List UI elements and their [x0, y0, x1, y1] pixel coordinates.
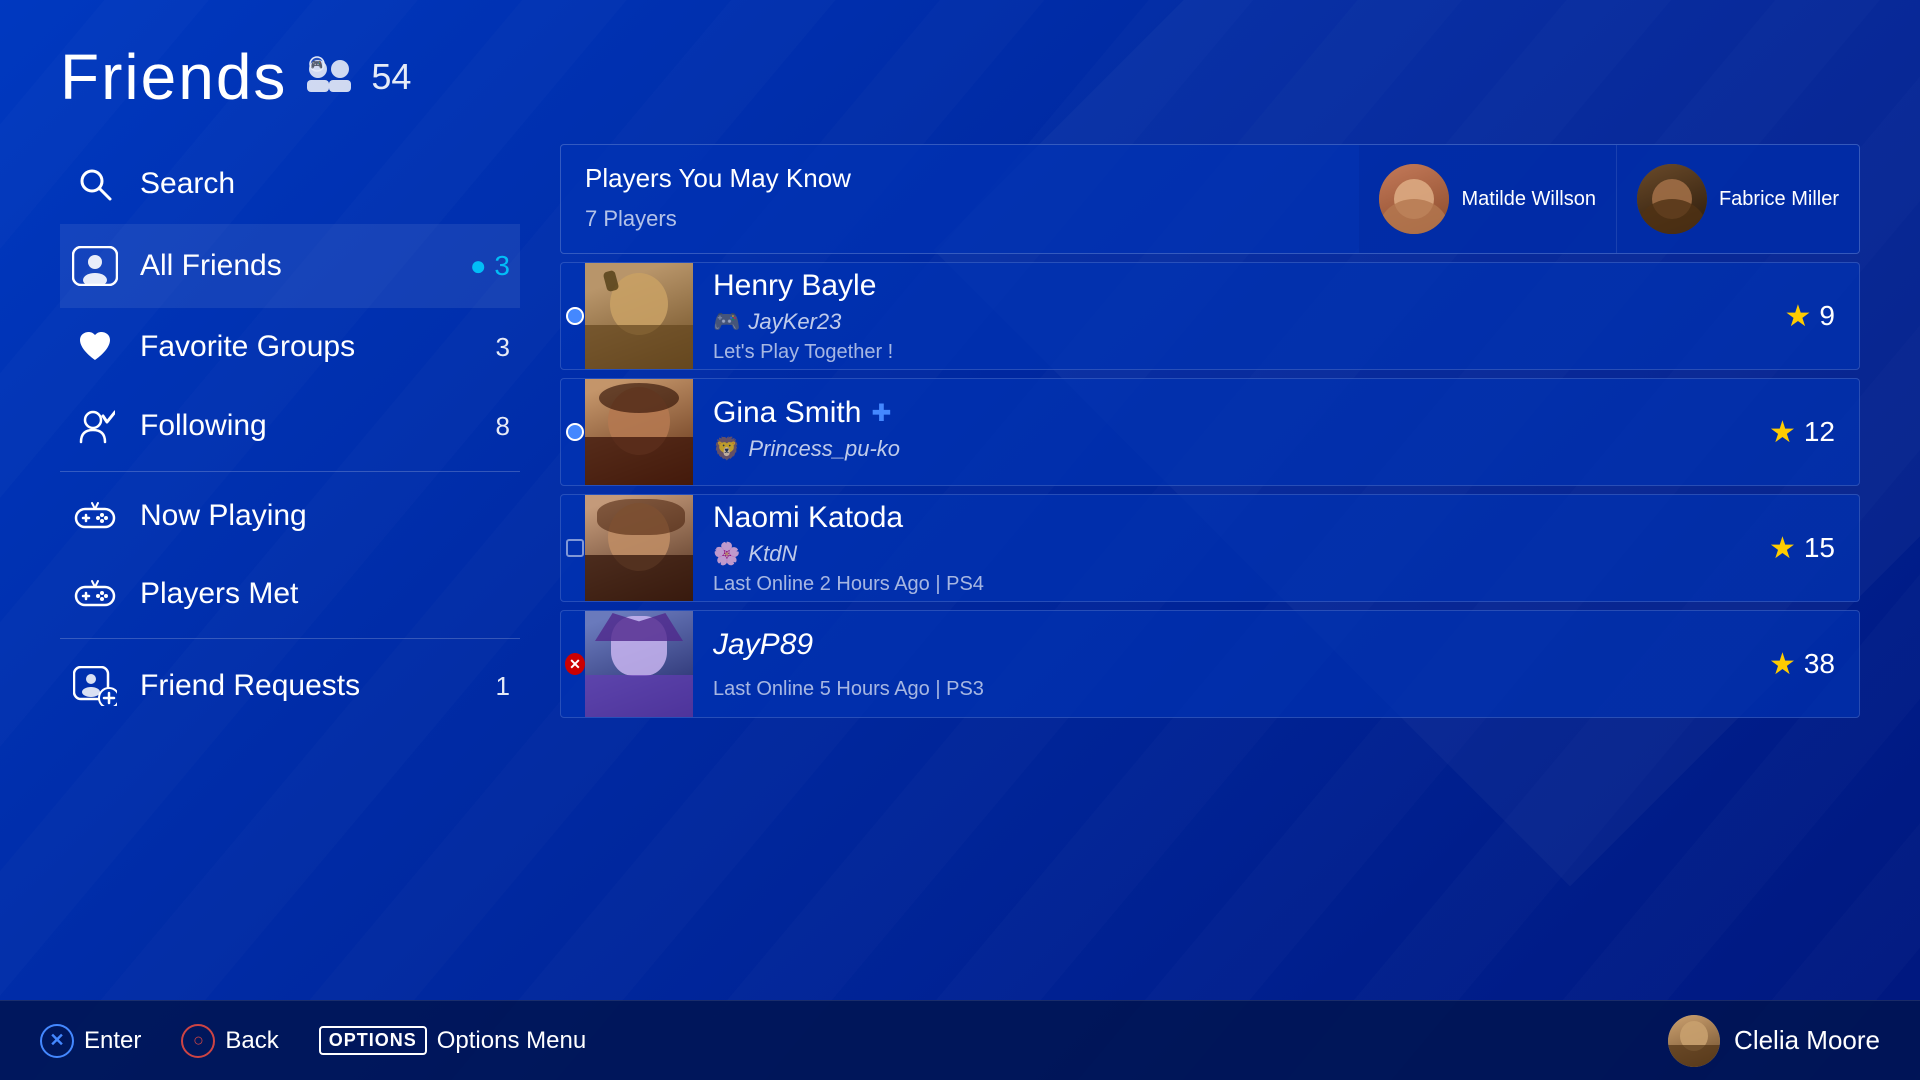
- ps-plus-icon: ✚: [871, 399, 891, 428]
- jayp-avatar: [585, 611, 693, 718]
- naomi-star-icon: ★: [1769, 531, 1796, 566]
- friend-card-jayp89[interactable]: ✕ JayP89 Last Online 5 Hours Ago | PS3: [560, 610, 1860, 718]
- may-know-title: Players You May Know: [585, 163, 1835, 194]
- heart-icon: [70, 330, 120, 364]
- friend-card-naomi-katoda[interactable]: Naomi Katoda 🌸 KtdN Last Online 2 Hours …: [560, 494, 1860, 602]
- naomi-avatar: [585, 495, 693, 602]
- sidebar-divider-1: [60, 471, 520, 472]
- friend-requests-icon: [70, 666, 120, 706]
- may-know-inner: Players You May Know 7 Players: [561, 145, 1859, 250]
- henry-avatar: [585, 263, 693, 370]
- back-label: Back: [225, 1027, 278, 1055]
- right-content: Matilde Willson Fabrice Miller: [560, 134, 1860, 1014]
- x-button-icon: ✕: [40, 1024, 74, 1058]
- naomi-status: Last Online 2 Hours Ago | PS4: [713, 573, 1749, 596]
- naomi-offline-indicator: [566, 539, 584, 557]
- sidebar-item-now-playing-label: Now Playing: [140, 499, 510, 533]
- main-layout: Search All Friends ● 3: [0, 134, 1920, 1014]
- friends-icon: 🎮: [307, 54, 351, 101]
- jayp-blocked-indicator: ✕: [565, 653, 585, 675]
- enter-label: Enter: [84, 1027, 141, 1055]
- o-button-icon: ○: [181, 1024, 215, 1058]
- sidebar-item-search[interactable]: Search: [60, 144, 520, 224]
- gina-avatar: [585, 379, 693, 486]
- sidebar-item-players-met-label: Players Met: [140, 577, 510, 611]
- options-button[interactable]: OPTIONS Options Menu: [319, 1026, 586, 1055]
- gamepad-icon-1: [70, 501, 120, 531]
- sidebar-item-following[interactable]: Following 8: [60, 386, 520, 466]
- friend-card-henry-bayle[interactable]: Henry Bayle 🎮 JayKer23 Let's Play Togeth…: [560, 262, 1860, 370]
- options-icon: OPTIONS: [319, 1026, 427, 1055]
- bottom-bar: ✕ Enter ○ Back OPTIONS Options Menu Clel…: [0, 1000, 1920, 1080]
- sidebar-divider-2: [60, 638, 520, 639]
- sidebar-item-favorite-groups-label: Favorite Groups: [140, 330, 476, 364]
- jayp-info: JayP89 Last Online 5 Hours Ago | PS3: [693, 611, 1769, 717]
- gina-star-count: 12: [1804, 416, 1835, 448]
- sidebar: Search All Friends ● 3: [60, 134, 520, 1014]
- sidebar-item-all-friends-badge: ● 3: [470, 250, 510, 282]
- friend-card-gina-smith[interactable]: Gina Smith ✚ 🦁 Princess_pu-ko ★ 12: [560, 378, 1860, 486]
- henry-indicator: [565, 263, 585, 369]
- naomi-name: Naomi Katoda: [713, 501, 1749, 535]
- gina-indicator: [565, 379, 585, 485]
- back-button[interactable]: ○ Back: [181, 1024, 278, 1058]
- sidebar-item-all-friends-label: All Friends: [140, 249, 450, 283]
- user-name: Clelia Moore: [1734, 1025, 1880, 1056]
- header-count: 54: [371, 56, 411, 98]
- jayp-name: JayP89: [713, 628, 1749, 662]
- bottom-user: Clelia Moore: [1668, 1015, 1880, 1067]
- henry-stars: ★ 9: [1785, 263, 1859, 369]
- may-know-card[interactable]: Matilde Willson Fabrice Miller: [560, 144, 1860, 254]
- sidebar-item-now-playing[interactable]: Now Playing: [60, 477, 520, 555]
- naomi-indicator: [565, 495, 585, 601]
- naomi-star-count: 15: [1804, 532, 1835, 564]
- sidebar-item-friend-requests-label: Friend Requests: [140, 669, 476, 703]
- sidebar-item-all-friends[interactable]: All Friends ● 3: [60, 224, 520, 308]
- henry-status: Let's Play Together !: [713, 341, 1765, 364]
- henry-star-icon: ★: [1785, 299, 1812, 334]
- svg-text:🎮: 🎮: [311, 60, 323, 71]
- naomi-info: Naomi Katoda 🌸 KtdN Last Online 2 Hours …: [693, 495, 1769, 601]
- gina-online-dot: [566, 423, 584, 441]
- gina-name: Gina Smith ✚: [713, 396, 1749, 430]
- sidebar-item-friend-requests[interactable]: Friend Requests 1: [60, 644, 520, 728]
- sidebar-item-following-badge: 8: [496, 411, 510, 442]
- jayp-status: Last Online 5 Hours Ago | PS3: [713, 678, 1749, 701]
- options-label: Options Menu: [437, 1027, 586, 1055]
- henry-name: Henry Bayle: [713, 269, 1765, 303]
- naomi-stars: ★ 15: [1769, 495, 1859, 601]
- sidebar-item-search-label: Search: [140, 167, 510, 201]
- gina-psn: 🦁 Princess_pu-ko: [713, 436, 1749, 462]
- naomi-psn: 🌸 KtdN: [713, 541, 1749, 567]
- jayp-star-count: 38: [1804, 648, 1835, 680]
- henry-online-dot: [566, 307, 584, 325]
- enter-button[interactable]: ✕ Enter: [40, 1024, 141, 1058]
- sidebar-item-favorite-groups-badge: 3: [496, 332, 510, 363]
- gina-stars: ★ 12: [1769, 379, 1859, 485]
- jayp-stars: ★ 38: [1769, 611, 1859, 717]
- all-friends-icon: [70, 246, 120, 286]
- sidebar-item-favorite-groups[interactable]: Favorite Groups 3: [60, 308, 520, 386]
- gina-star-icon: ★: [1769, 415, 1796, 450]
- sidebar-item-friend-requests-badge: 1: [496, 671, 510, 702]
- gina-info: Gina Smith ✚ 🦁 Princess_pu-ko: [693, 379, 1769, 485]
- sidebar-item-following-label: Following: [140, 409, 476, 443]
- henry-psn: 🎮 JayKer23: [713, 309, 1765, 335]
- jayp-star-icon: ★: [1769, 647, 1796, 682]
- search-icon: [70, 166, 120, 202]
- user-avatar: [1668, 1015, 1720, 1067]
- page-header: Friends 🎮 54: [0, 0, 1920, 134]
- gamepad-icon-2: [70, 579, 120, 609]
- following-icon: [70, 408, 120, 444]
- henry-star-count: 9: [1819, 300, 1835, 332]
- may-know-count: 7 Players: [585, 206, 1835, 232]
- jayp-indicator: ✕: [565, 611, 585, 717]
- sidebar-item-players-met[interactable]: Players Met: [60, 555, 520, 633]
- page-title: Friends: [60, 40, 287, 114]
- henry-info: Henry Bayle 🎮 JayKer23 Let's Play Togeth…: [693, 263, 1785, 369]
